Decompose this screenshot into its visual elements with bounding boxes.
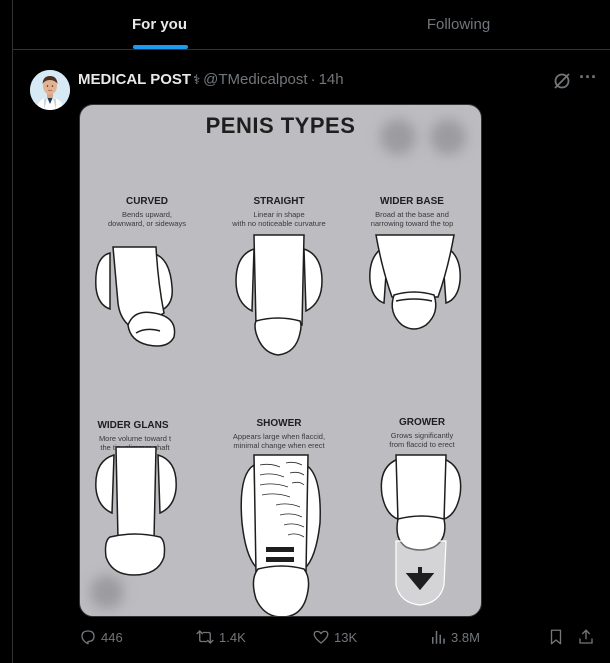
- share-button[interactable]: [577, 628, 599, 646]
- views-button[interactable]: 3.8M: [429, 628, 480, 646]
- type-description-text: Broad at the base and narrowing toward t…: [370, 210, 454, 228]
- post-image[interactable]: PENIS TYPES CURVED Bends upward, downwar…: [79, 104, 482, 617]
- author-name[interactable]: MEDICAL POST: [78, 71, 191, 88]
- like-button[interactable]: 13K: [312, 628, 357, 646]
- grok-icon[interactable]: [551, 70, 573, 92]
- post-header: MEDICAL POST ⚕ @TMedicalpost · 14h: [78, 71, 344, 88]
- reply-button[interactable]: 446: [79, 628, 123, 646]
- like-icon: [313, 630, 329, 644]
- stethoscope-icon: ⚕: [193, 71, 201, 87]
- type-title: WIDER BASE: [380, 196, 444, 207]
- type-description-text: Bends upward, downward, or sideways: [108, 210, 186, 228]
- bookmark-icon: [550, 629, 562, 645]
- type-description: Bends upward, downward, or sideways: [80, 210, 214, 228]
- avatar-image: [30, 70, 70, 110]
- header-separator: ·: [310, 71, 316, 88]
- tab-following[interactable]: Following: [306, 0, 610, 49]
- repost-button[interactable]: 1.4K: [195, 628, 246, 646]
- straight-illustration: [235, 234, 323, 356]
- bookmark-button[interactable]: [547, 628, 569, 646]
- curved-illustration: [95, 246, 176, 347]
- timeline-column: For you Following MEDICAL POST ⚕ @TMedic…: [12, 0, 610, 663]
- wider-base-illustration: [369, 234, 461, 330]
- repost-icon: [196, 630, 214, 644]
- tab-for-you-label: For you: [132, 16, 187, 33]
- active-tab-indicator: [133, 45, 188, 49]
- like-count: 13K: [334, 629, 358, 645]
- type-description-text: Grows significantly from flaccid to erec…: [389, 431, 455, 449]
- grower-illustration: [380, 454, 462, 606]
- type-description-text: Linear in shape with no noticeable curva…: [232, 210, 326, 228]
- type-description: Linear in shape with no noticeable curva…: [212, 210, 346, 228]
- shower-illustration: [240, 454, 321, 616]
- tab-following-label: Following: [426, 16, 491, 33]
- type-title: GROWER: [398, 417, 446, 428]
- type-title: STRAIGHT: [253, 196, 305, 207]
- author-handle[interactable]: @TMedicalpost: [203, 71, 307, 88]
- image-title: PENIS TYPES: [205, 113, 356, 138]
- reply-icon: [81, 630, 95, 645]
- reply-count: 446: [101, 629, 123, 645]
- more-icon[interactable]: ···: [576, 68, 600, 91]
- post-actions: 446 1.4K 13K 3.8M: [13, 628, 610, 650]
- avatar[interactable]: [30, 70, 70, 110]
- post[interactable]: MEDICAL POST ⚕ @TMedicalpost · 14h ··· P…: [13, 60, 610, 663]
- repost-count: 1.4K: [219, 629, 246, 645]
- timeline-tabs: For you Following: [13, 0, 610, 50]
- type-description: Appears large when flaccid, minimal chan…: [212, 432, 346, 450]
- post-time[interactable]: 14h: [319, 71, 344, 88]
- tab-for-you[interactable]: For you: [13, 0, 306, 49]
- views-count: 3.8M: [451, 629, 480, 645]
- share-icon: [579, 629, 593, 644]
- type-description: Grows significantly from flaccid to erec…: [355, 431, 481, 449]
- type-description: Broad at the base and narrowing toward t…: [345, 210, 479, 228]
- type-description-text: Appears large when flaccid, minimal chan…: [232, 432, 326, 450]
- wider-glans-illustration: [95, 446, 177, 576]
- views-icon: [432, 631, 445, 644]
- type-title: CURVED: [125, 196, 169, 207]
- type-title: SHOWER: [256, 418, 302, 429]
- type-title: WIDER GLANS: [97, 420, 169, 431]
- blurred-watermark: [90, 575, 124, 609]
